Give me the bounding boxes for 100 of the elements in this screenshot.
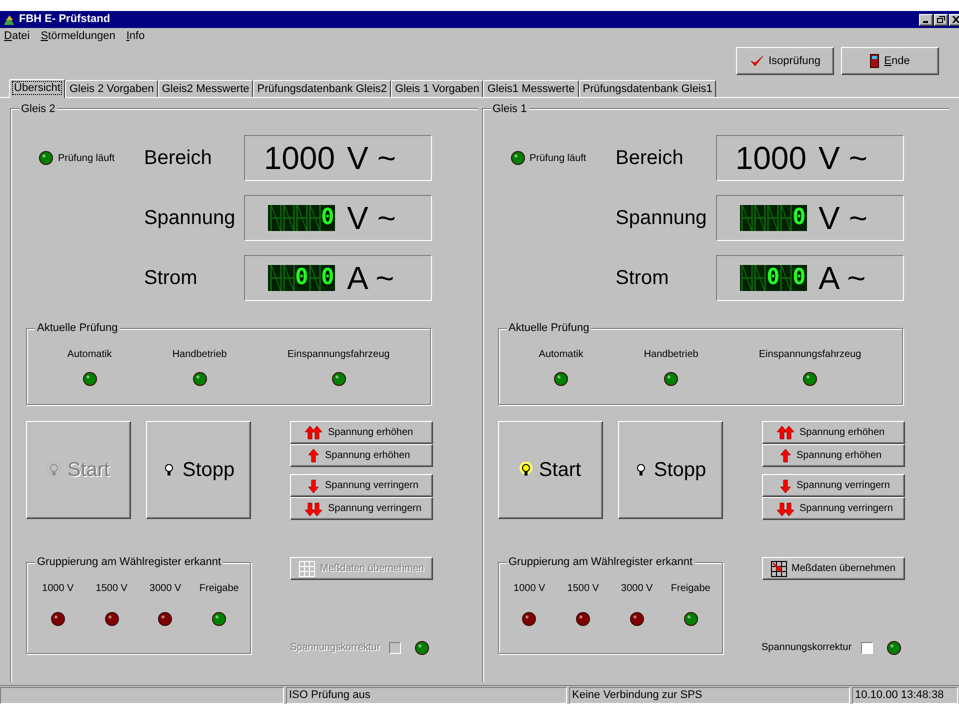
up-arrow-icon [308, 448, 319, 464]
status-bar-panel: ISO Prüfung aus [286, 687, 567, 704]
unit-label: V ~ [347, 142, 397, 174]
unit-label: V ~ [818, 142, 868, 174]
door-icon [870, 54, 880, 68]
insulation-test-button[interactable]: Isoprüfung [736, 47, 834, 75]
unit-label: V ~ [347, 202, 397, 234]
register-label: 1500 V [96, 582, 128, 596]
increase-voltage-button[interactable]: Spannung erhöhen [762, 444, 904, 467]
menu-item[interactable]: Störmeldungen [40, 28, 116, 45]
lcd-segment-icon [282, 205, 294, 231]
minimize-button[interactable] [919, 14, 933, 26]
tab[interactable]: Prüfungsdatenbank Gleis1 [578, 80, 716, 97]
lcd-segment-icon [282, 265, 294, 291]
light-bulb-icon [47, 462, 62, 478]
down-arrow-icon [780, 478, 790, 494]
correction-label: Spannungskorrektur [290, 641, 380, 655]
up-arrow-icon [780, 448, 790, 464]
mode-label: Einspannungsfahrzeug [758, 348, 862, 362]
stop-button[interactable]: Stopp [146, 421, 251, 519]
increase-voltage-button[interactable]: Spannung erhöhen [290, 421, 433, 444]
checkmark-icon [750, 55, 764, 67]
tab[interactable]: Übersicht [9, 79, 66, 98]
mode-label: Automatik [538, 348, 584, 362]
register-label: Freigabe [199, 582, 239, 596]
restore-button[interactable] [934, 14, 948, 26]
mode-label: Einspannungsfahrzeug [287, 348, 390, 362]
range-value: 1000 [735, 142, 806, 174]
lcd-segment-icon [741, 265, 753, 291]
register-label: Freigabe [670, 582, 710, 596]
lcd-segment-icon [270, 265, 282, 291]
start-button[interactable]: Start [498, 421, 602, 519]
take-data-button[interactable]: Meßdaten übernehmen [762, 557, 904, 580]
range-value: 1000 [264, 142, 335, 174]
lcd-segment-icon [767, 205, 779, 231]
register-label: 3000 V [621, 582, 653, 596]
lcd-digit: 0 [321, 267, 334, 289]
decrease-voltage-button[interactable]: Spannung verringern [290, 497, 433, 520]
close-button[interactable] [949, 14, 959, 26]
tab[interactable]: Prüfungsdatenbank Gleis2 [253, 80, 391, 97]
lcd-segment-icon [296, 205, 308, 231]
tab[interactable]: Gleis 2 Vorgaben [65, 80, 158, 97]
unit-label: A ~ [818, 262, 867, 294]
double-up-arrow-icon [776, 424, 794, 440]
restore-icon [937, 16, 945, 23]
unit-label: A ~ [347, 262, 396, 294]
lcd-segment-icon [780, 265, 792, 291]
tab[interactable]: Gleis 1 Vorgaben [390, 80, 484, 97]
test-running-label: Prüfung läuft [530, 152, 586, 166]
double-up-arrow-icon [305, 424, 322, 440]
decrease-voltage-button[interactable]: Spannung verringern [290, 474, 433, 497]
reading-label: Bereich [144, 146, 213, 171]
tab[interactable]: Gleis1 Messwerte [483, 80, 579, 97]
reading-label: Spannung [144, 206, 236, 231]
correction-checkbox[interactable] [860, 642, 873, 654]
group-title: Gruppierung am Wählregister erkannt [506, 555, 695, 569]
menu-item[interactable]: Info [126, 28, 145, 45]
lcd-digit: 0 [766, 267, 780, 289]
reading-label: Strom [144, 266, 198, 291]
status-bar-panel: Keine Verbindung zur SPS [569, 687, 850, 704]
unit-label: V ~ [818, 202, 868, 234]
lcd-segment-icon [754, 265, 766, 291]
decrease-voltage-button[interactable]: Spannung verringern [762, 474, 904, 497]
lcd-segment-icon [308, 265, 320, 291]
increase-voltage-button[interactable]: Spannung erhöhen [290, 444, 433, 467]
reading-label: Spannung [616, 206, 708, 231]
mode-label: Handbetrieb [644, 348, 698, 362]
register-label: 1500 V [567, 582, 599, 596]
lcd-digit: 0 [295, 267, 308, 289]
exit-button[interactable]: Ende [841, 47, 939, 75]
group-title: Gruppierung am Wählregister erkannt [35, 555, 224, 569]
test-running-label: Prüfung läuft [58, 152, 115, 166]
close-icon [952, 16, 959, 23]
mode-label: Handbetrieb [172, 348, 227, 362]
register-label: 3000 V [150, 582, 182, 596]
app-icon [2, 12, 16, 26]
lcd-digit: 0 [321, 207, 334, 229]
lcd-segment-icon [270, 205, 282, 231]
status-bar-panel: 10.10.00 13:48:38 [852, 687, 958, 704]
window-title: FBH E- Prüfstand [19, 12, 110, 28]
light-bulb-icon [518, 462, 533, 478]
increase-voltage-button[interactable]: Spannung erhöhen [762, 421, 904, 444]
register-label: 1000 V [514, 582, 546, 596]
tab[interactable]: Gleis2 Messwerte [158, 80, 254, 97]
reading-label: Strom [616, 266, 670, 291]
reading-label: Bereich [616, 146, 684, 171]
lcd-segment-icon [741, 205, 753, 231]
double-down-arrow-icon [776, 500, 794, 516]
lcd-digit: 0 [792, 267, 806, 289]
correction-label: Spannungskorrektur [762, 641, 852, 655]
register-label: 1000 V [42, 582, 74, 596]
decrease-voltage-button[interactable]: Spannung verringern [762, 497, 904, 520]
stop-button[interactable]: Stopp [618, 421, 722, 519]
lcd-digit: 0 [792, 207, 806, 229]
menu-item[interactable]: Datei [4, 28, 30, 45]
group-title: Aktuelle Prüfung [35, 321, 120, 335]
group-title: Aktuelle Prüfung [506, 321, 592, 335]
down-arrow-icon [308, 478, 319, 494]
lcd-segment-icon [780, 205, 792, 231]
lcd-segment-icon [754, 205, 766, 231]
